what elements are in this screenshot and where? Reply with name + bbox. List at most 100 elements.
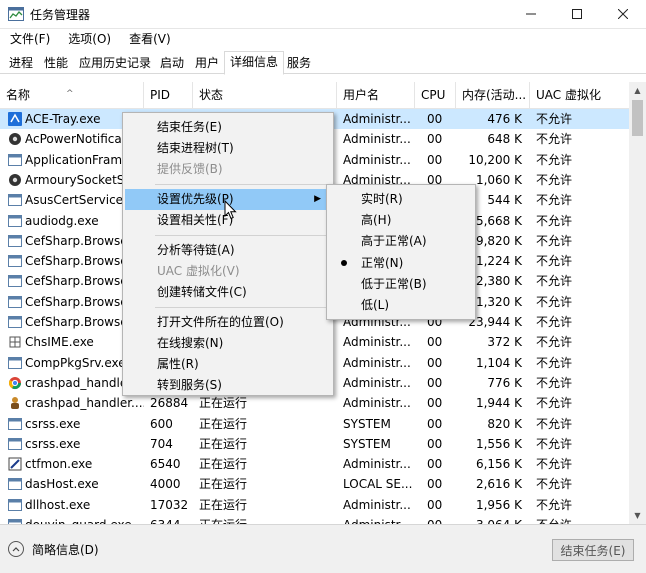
table-row[interactable]: douyin_guard.exe6344正在运行Administr...003,…	[0, 515, 630, 524]
tab-details[interactable]: 详细信息	[224, 51, 285, 75]
close-button[interactable]	[600, 0, 646, 28]
brief-info-button[interactable]: 简略信息(D)	[8, 539, 99, 559]
cell-status: 正在运行	[199, 477, 248, 492]
table-row[interactable]: csrss.exe 600 正在运行 SYSTEM 00 820 K 不允许	[0, 414, 630, 434]
cell-uac: 不允许	[530, 515, 630, 524]
context-menu-item-label: 创建转储文件(C)	[157, 285, 247, 299]
cell-uac: 不允许	[536, 294, 573, 309]
tab-startup[interactable]: 启动	[155, 53, 189, 73]
column-header-uac[interactable]: UAC 虚拟化	[530, 82, 630, 108]
cell-uac: 不允许	[536, 436, 573, 451]
cell-pid: 17032	[150, 497, 189, 512]
cell-mem: 3,064 K	[456, 515, 530, 524]
priority-option[interactable]: 高(H)	[329, 210, 473, 231]
priority-option[interactable]: 高于正常(A)	[329, 231, 473, 252]
tab-services[interactable]: 服务	[282, 53, 316, 73]
tab-performance[interactable]: 性能	[39, 53, 73, 73]
table-row[interactable]: dllhost.exe 17032 正在运行 Administr... 00 1,956 …	[0, 495, 630, 515]
context-menu-item[interactable]: 结束进程树(T)	[125, 138, 331, 159]
menu-file[interactable]: 文件(F)	[0, 29, 58, 47]
vertical-scrollbar[interactable]: ▲ ▼	[629, 82, 646, 524]
table-row[interactable]: dasHost.exe 4000 正在运行 LOCAL SE... 00 2,616 K 不…	[0, 474, 630, 494]
context-menu-item[interactable]: 在线搜索(N)	[125, 333, 331, 354]
cell-cpu: 00	[415, 515, 456, 524]
cell-mem: 648 K	[487, 132, 522, 147]
submenu-arrow-icon: ▶	[314, 194, 321, 204]
scroll-thumb[interactable]	[632, 100, 643, 136]
column-header-status[interactable]: 状态	[193, 82, 337, 108]
end-task-button[interactable]: 结束任务(E)	[552, 539, 634, 561]
cell-status: 正在运行	[199, 457, 248, 472]
column-header-name[interactable]: 名称 ^	[0, 82, 144, 108]
priority-option-label: 高于正常(A)	[361, 234, 427, 249]
priority-option-label: 低于正常(B)	[361, 276, 427, 291]
cell-mem: 1,956 K	[475, 497, 522, 512]
cell-user: Administr...	[343, 152, 411, 167]
column-header-cpu[interactable]: CPU	[415, 82, 456, 108]
cell-uac: 不允许	[536, 152, 573, 167]
context-menu-item[interactable]: 转到服务(S)	[125, 375, 331, 396]
cell-user: Administr...	[343, 375, 411, 390]
cell-cpu: 00	[427, 497, 443, 512]
context-menu-item-label: 设置相关性(F)	[157, 213, 234, 227]
cell-uac: 不允许	[536, 335, 573, 350]
priority-option[interactable]: 低(L)	[329, 295, 473, 316]
cell-mem: 1,556 K	[475, 436, 522, 451]
window-title: 任务管理器	[30, 8, 91, 22]
context-menu-item[interactable]: 创建转储文件(C)	[125, 282, 331, 303]
cell-uac: 不允许	[536, 254, 573, 269]
scroll-up-button[interactable]: ▲	[629, 82, 646, 99]
context-menu: 结束任务(E) 结束进程树(T) 提供反馈(B) 设置优先级(P) ▶ 设置相关性(F) 分…	[122, 112, 334, 396]
maximize-button[interactable]	[554, 0, 600, 28]
cell-mem: 476 K	[487, 112, 522, 126]
menu-options[interactable]: 选项(O)	[58, 29, 119, 47]
context-menu-item[interactable]: 属性(R)	[125, 354, 331, 375]
cell-user: Administr...	[343, 497, 411, 512]
menu-view[interactable]: 查看(V)	[119, 29, 179, 47]
tab-processes[interactable]: 进程	[4, 53, 38, 73]
cell-mem: 372 K	[487, 335, 522, 350]
title-bar: 任务管理器	[0, 0, 646, 29]
table-row[interactable]: ctfmon.exe 6540 正在运行 Administr... 00 6,156 K 不…	[0, 454, 630, 474]
column-header-user[interactable]: 用户名	[337, 82, 415, 108]
context-menu-item: 提供反馈(B)	[125, 159, 331, 180]
table-row[interactable]: crashpad_handler.... 26884 正在运行 Administr..…	[0, 393, 630, 413]
tab-bar: 进程 性能 应用历史记录 启动 用户 详细信息 服务	[0, 51, 646, 75]
column-header-pid[interactable]: PID	[144, 82, 193, 108]
cell-uac: 不允许	[536, 457, 573, 472]
cell-cpu: 00	[427, 112, 443, 126]
cell-name: crashpad_handler....	[25, 396, 144, 411]
cell-status: 正在运行	[199, 416, 248, 431]
cell-user: Administr...	[343, 457, 411, 472]
table-row[interactable]: csrss.exe 704 正在运行 SYSTEM 00 1,556 K 不允许	[0, 434, 630, 454]
tab-app-history[interactable]: 应用历史记录	[74, 53, 156, 73]
cell-uac: 不允许	[536, 375, 573, 390]
tab-users[interactable]: 用户	[190, 53, 224, 73]
context-menu-item[interactable]: 打开文件所在的位置(O)	[125, 312, 331, 333]
cell-uac: 不允许	[536, 477, 573, 492]
cell-user: Administr...	[337, 515, 415, 524]
cell-user: Administr...	[343, 355, 411, 370]
cell-uac: 不允许	[536, 172, 573, 187]
scroll-down-button[interactable]: ▼	[629, 507, 646, 524]
radio-bullet-icon	[341, 259, 347, 266]
priority-option[interactable]: 低于正常(B)	[329, 274, 473, 295]
cell-pid: 704	[150, 436, 173, 451]
context-menu-item[interactable]: 分析等待链(A)	[125, 240, 331, 261]
cell-user: Administr...	[343, 396, 411, 411]
cell-cpu: 00	[427, 355, 443, 370]
column-header-memory[interactable]: 内存(活动...	[456, 82, 530, 108]
cell-name: dllhost.exe	[25, 497, 91, 512]
menu-separator	[155, 307, 327, 308]
context-menu-item-label: UAC 虚拟化(V)	[157, 264, 240, 278]
priority-option-label: 高(H)	[361, 213, 392, 228]
minimize-button[interactable]	[508, 0, 554, 28]
priority-option[interactable]: 正常(N)	[329, 253, 473, 274]
cell-user: Administr...	[343, 335, 411, 350]
cell-cpu: 00	[427, 152, 443, 167]
menu-bar: 文件(F) 选项(O) 查看(V)	[0, 29, 646, 47]
priority-option[interactable]: 实时(R)	[329, 189, 473, 210]
context-menu-item[interactable]: 结束任务(E)	[125, 117, 331, 138]
cell-cpu: 00	[427, 457, 443, 472]
priority-submenu: 实时(R) 高(H) 高于正常(A) 正常(N) 低于正常(B) 低(L)	[326, 184, 476, 320]
